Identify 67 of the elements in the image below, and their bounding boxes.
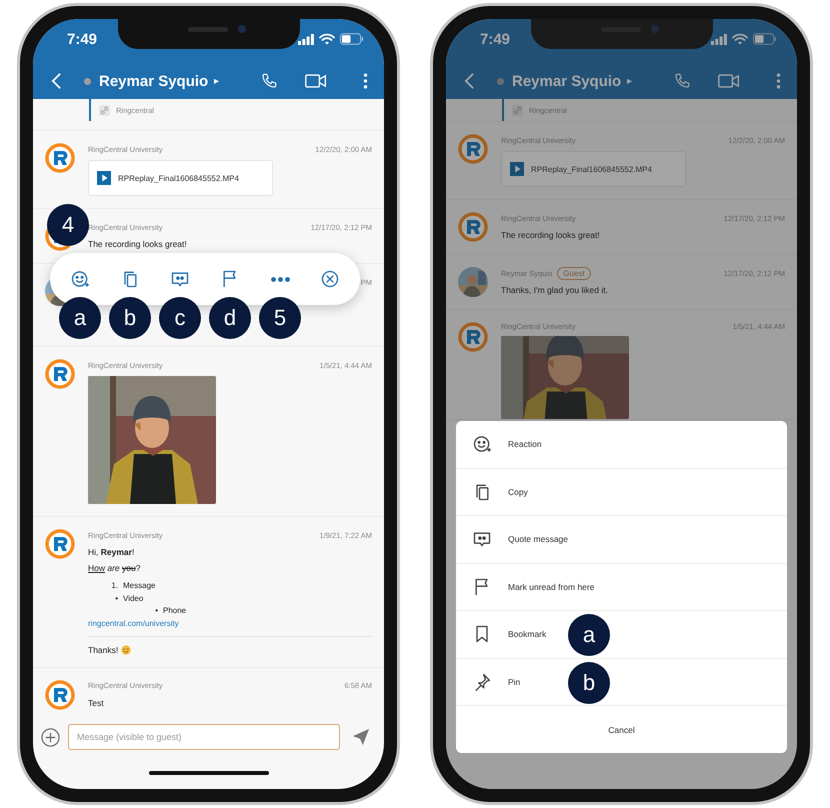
avatar-icon xyxy=(45,143,75,173)
step-marker: a xyxy=(568,614,610,656)
message-text: The recording looks great! xyxy=(88,239,188,249)
file-attachment[interactable]: RPReplay_Final1606845552.MP4 xyxy=(88,160,273,196)
expand-arrow[interactable]: ▸ xyxy=(214,75,220,87)
wifi-icon xyxy=(732,33,748,45)
video-icon[interactable] xyxy=(718,72,740,90)
signal-icon xyxy=(298,34,314,44)
guest-tag: Guest xyxy=(557,266,591,280)
back-icon[interactable] xyxy=(51,72,62,90)
message-text: Thanks, I'm glad you liked it. xyxy=(501,285,609,295)
avatar-icon xyxy=(45,529,75,559)
message-link[interactable]: ringcentral.com/university xyxy=(88,618,179,628)
status-time: 7:49 xyxy=(480,30,510,48)
phone-icon[interactable] xyxy=(260,72,278,90)
message-input[interactable]: Message (visible to guest) xyxy=(68,724,340,750)
message-text: Test xyxy=(88,698,105,708)
link-icon xyxy=(99,104,110,116)
add-icon[interactable] xyxy=(41,728,60,746)
smiley-icon xyxy=(472,434,492,454)
play-icon xyxy=(510,162,524,176)
wifi-icon xyxy=(319,33,335,45)
video-icon[interactable] xyxy=(305,72,327,90)
more-icon[interactable] xyxy=(776,72,781,90)
avatar-icon xyxy=(458,212,488,242)
step-marker: b xyxy=(109,297,151,339)
list-marker: 1. xyxy=(110,580,118,592)
smiley-icon xyxy=(70,269,90,289)
list-marker: • xyxy=(154,605,158,617)
file-attachment[interactable]: RPReplay_Final1606845552.MP4 xyxy=(501,151,686,187)
step-marker: b xyxy=(568,662,610,704)
close-icon xyxy=(320,269,340,289)
step-marker: 4 xyxy=(47,204,89,246)
back-icon[interactable] xyxy=(464,72,475,90)
avatar-icon xyxy=(45,359,75,389)
message-text: How are you? xyxy=(88,563,142,573)
menu-item[interactable]: Bookmark a xyxy=(456,611,787,658)
more-icon[interactable] xyxy=(363,72,368,90)
step-marker: d xyxy=(209,297,251,339)
step-marker: c xyxy=(159,297,201,339)
phone-icon[interactable] xyxy=(673,72,691,90)
list-item-text: Phone xyxy=(163,605,186,617)
message-text: The recording looks great! xyxy=(501,230,601,240)
signal-icon xyxy=(711,34,727,44)
presence-icon xyxy=(497,78,504,84)
contact-name[interactable]: Reymar Syquio xyxy=(99,72,208,90)
step-marker: 5 xyxy=(259,297,301,339)
message-text: Hi, Reymar! xyxy=(88,547,136,557)
file-name: RPReplay_Final1606845552.MP4 xyxy=(118,174,239,182)
step-marker: a xyxy=(59,297,101,339)
avatar-icon xyxy=(45,680,75,710)
more-icon xyxy=(270,276,290,282)
presence-icon xyxy=(84,78,91,84)
send-icon[interactable] xyxy=(352,728,370,746)
battery-icon xyxy=(340,33,364,45)
avatar-icon xyxy=(458,322,488,352)
status-time: 7:49 xyxy=(67,30,98,48)
list-item-text: Message xyxy=(123,580,156,592)
smiley-icon xyxy=(121,644,132,654)
message-text: Thanks! xyxy=(88,644,118,654)
play-icon xyxy=(97,171,111,185)
link-icon xyxy=(512,104,523,116)
menu-item[interactable]: Reaction xyxy=(456,421,787,468)
list-marker: • xyxy=(114,592,118,604)
list-item-text: Video xyxy=(123,592,144,604)
file-name: RPReplay_Final1606845552.MP4 xyxy=(531,164,652,174)
avatar-icon xyxy=(458,134,488,164)
